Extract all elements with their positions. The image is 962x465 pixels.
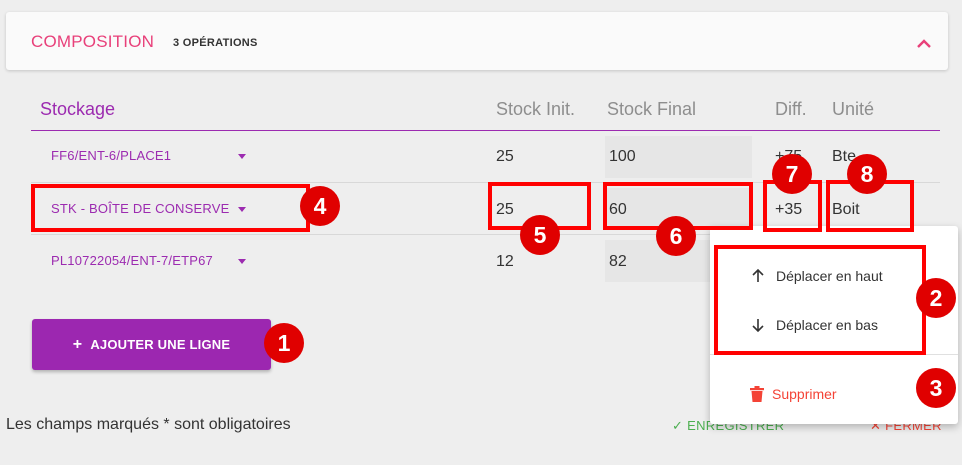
header-stock-init: Stock Init. bbox=[496, 99, 576, 119]
dropdown-arrow-icon[interactable] bbox=[238, 259, 246, 264]
add-line-label: AJOUTER UNE LIGNE bbox=[90, 337, 231, 352]
stock-init-value: 12 bbox=[496, 253, 514, 270]
add-line-button[interactable]: + AJOUTER UNE LIGNE bbox=[32, 319, 271, 370]
operations-count: 3 OPÉRATIONS bbox=[173, 37, 258, 49]
stock-final-value: 100 bbox=[609, 148, 636, 165]
chevron-up-icon[interactable] bbox=[914, 34, 934, 54]
composition-panel-header[interactable]: COMPOSITION 3 OPÉRATIONS bbox=[6, 12, 948, 70]
annotation-badge: 3 bbox=[916, 368, 956, 408]
annotation-badge: 5 bbox=[520, 215, 560, 255]
header-diff: Diff. bbox=[775, 99, 807, 119]
storage-select[interactable]: FF6/ENT-6/PLACE1 bbox=[51, 148, 171, 163]
header-divider bbox=[31, 130, 940, 131]
annotation-badge: 8 bbox=[847, 154, 887, 194]
annotation-badge: 7 bbox=[772, 154, 812, 194]
header-storage: Stockage bbox=[40, 99, 116, 119]
annotation-badge: 4 bbox=[300, 186, 340, 226]
dropdown-arrow-icon[interactable] bbox=[238, 154, 246, 159]
header-unit: Unité bbox=[832, 99, 875, 119]
annotation-badge: 6 bbox=[656, 216, 696, 256]
plus-icon: + bbox=[72, 335, 83, 353]
stock-final-value: 82 bbox=[609, 253, 627, 270]
delete-menu-item[interactable]: Supprimer bbox=[750, 386, 837, 402]
trash-icon bbox=[750, 386, 764, 402]
check-icon: ✓ bbox=[672, 418, 684, 433]
stock-init-value: 25 bbox=[496, 148, 514, 165]
annotation-box-storage bbox=[31, 184, 310, 232]
delete-label: Supprimer bbox=[772, 386, 837, 402]
header-stock-final: Stock Final bbox=[607, 99, 697, 119]
storage-select[interactable]: PL10722054/ENT-7/ETP67 bbox=[51, 253, 213, 268]
annotation-badge: 2 bbox=[916, 278, 956, 318]
required-fields-note: Les champs marqués * sont obligatoires bbox=[6, 416, 291, 433]
annotation-badge: 1 bbox=[264, 323, 304, 363]
annotation-box-move-actions bbox=[714, 245, 926, 355]
panel-title: COMPOSITION bbox=[31, 32, 155, 51]
